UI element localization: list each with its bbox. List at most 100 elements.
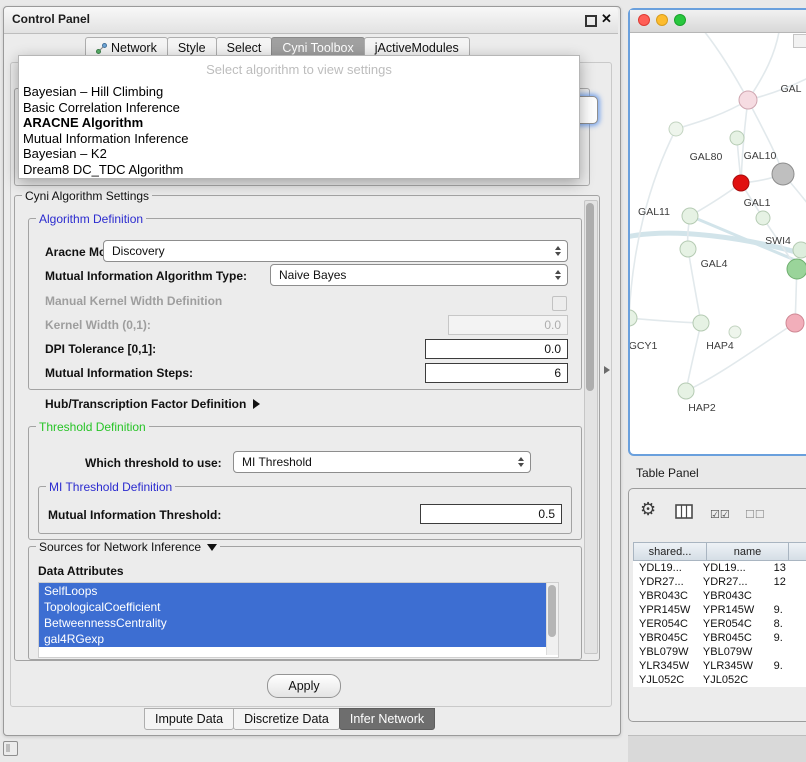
table-row[interactable]: YBR043CYBR043C [633, 589, 806, 603]
algorithm-option[interactable]: Mutual Information Inference [19, 131, 579, 147]
tab-discretize-data[interactable]: Discretize Data [233, 708, 340, 730]
column-header[interactable]: name [707, 542, 789, 561]
network-edge [748, 100, 783, 174]
table-cell: YDL19... [633, 561, 697, 575]
dpi-tolerance-field[interactable]: 0.0 [425, 339, 568, 359]
mi-type-label: Mutual Information Algorithm Type: [45, 269, 247, 283]
network-node[interactable] [729, 326, 741, 338]
kernel-width-field[interactable]: 0.0 [448, 315, 568, 335]
control-panel-titlebar[interactable] [4, 7, 618, 34]
network-node[interactable] [682, 208, 698, 224]
algorithm-option[interactable]: Bayesian – K2 [19, 146, 579, 162]
panel-restore-icon-detail [6, 744, 10, 752]
mi-steps-label: Mutual Information Steps: [45, 366, 193, 380]
table-cell: YBL079W [697, 645, 768, 659]
network-node[interactable] [730, 131, 744, 145]
attribute-item[interactable]: SelfLoops [39, 583, 547, 599]
control-panel-title: Control Panel [12, 12, 90, 26]
mi-type-value: Naive Bayes [279, 268, 346, 282]
network-edge [690, 183, 741, 216]
table-row[interactable]: YER054CYER054C8. [633, 617, 806, 631]
close-icon[interactable]: ✕ [601, 11, 612, 27]
table-row[interactable]: YBR045CYBR045C9. [633, 631, 806, 645]
scrollbar-thumb[interactable] [586, 203, 594, 391]
table-cell: YDR27... [633, 575, 697, 589]
mi-steps-field[interactable]: 6 [425, 363, 568, 383]
manual-kernel-label: Manual Kernel Width Definition [45, 294, 222, 308]
gear-icon[interactable]: ⚙ [640, 500, 656, 518]
node-label: GAL10 [744, 150, 777, 162]
network-node[interactable] [733, 175, 749, 191]
sources-toggle[interactable]: Sources for Network Inference [36, 540, 220, 554]
minimize-traffic-light[interactable] [656, 14, 668, 26]
network-node[interactable] [680, 241, 696, 257]
hub-definition-toggle[interactable]: Hub/Transcription Factor Definition [45, 397, 260, 411]
table-cell [768, 589, 806, 603]
table-row[interactable]: YDL19...YDL19...13 [633, 561, 806, 575]
algorithm-option[interactable]: ARACNE Algorithm [19, 115, 579, 131]
manual-kernel-checkbox[interactable] [552, 296, 567, 311]
network-edge [688, 249, 701, 323]
algorithm-option[interactable]: Dream8 DC_TDC Algorithm [19, 162, 579, 178]
float-window-icon[interactable] [585, 15, 597, 27]
table-row[interactable]: YLR345WYLR345W9. [633, 659, 806, 673]
network-node[interactable] [786, 314, 804, 332]
algorithm-option[interactable]: Basic Correlation Inference [19, 100, 579, 116]
network-canvas[interactable]: GALGAL80GAL10GAL11GAL1SWI4GAL4GCY1HAP4HA… [630, 32, 806, 450]
attribute-item[interactable]: BetweennessCentrality [39, 615, 547, 631]
table-header-row: shared...name [633, 542, 806, 561]
table-cell: YDR27... [697, 575, 768, 589]
table-row[interactable]: YBL079WYBL079W [633, 645, 806, 659]
column-header[interactable]: shared... [633, 542, 707, 561]
network-node[interactable] [669, 122, 683, 136]
table-cell: YLR345W [633, 659, 697, 673]
splitter-arrow-icon[interactable] [604, 366, 610, 374]
scrollbar-thumb[interactable] [548, 585, 556, 637]
table-cell: YDL19... [697, 561, 768, 575]
close-traffic-light[interactable] [638, 14, 650, 26]
node-label: GAL [780, 83, 801, 95]
table-cell: 12 [768, 575, 806, 589]
apply-button[interactable]: Apply [267, 674, 341, 698]
network-node[interactable] [756, 211, 770, 225]
which-threshold-select[interactable]: MI Threshold [233, 451, 531, 473]
table-cell: 13 [768, 561, 806, 575]
data-attributes-list[interactable]: SelfLoopsTopologicalCoefficientBetweenne… [38, 582, 559, 658]
table-cell: YBR043C [697, 589, 768, 603]
settings-scrollbar[interactable] [584, 200, 598, 654]
network-node[interactable] [793, 242, 806, 258]
list-scrollbar[interactable] [546, 583, 558, 655]
bottom-tab-bar: Impute DataDiscretize DataInfer Network [145, 708, 435, 730]
algorithm-option[interactable]: Bayesian – Hill Climbing [19, 84, 579, 100]
mi-threshold-field[interactable]: 0.5 [420, 504, 562, 524]
attribute-item[interactable]: gal4RGexp [39, 631, 547, 647]
network-node[interactable] [739, 91, 757, 109]
column-header[interactable] [789, 542, 806, 561]
columns-icon[interactable] [675, 504, 693, 524]
network-node[interactable] [772, 163, 794, 185]
aracne-mode-select[interactable]: Discovery [103, 240, 568, 262]
mi-type-select[interactable]: Naive Bayes [270, 264, 568, 286]
node-label: GAL11 [638, 206, 670, 218]
node-label: HAP4 [706, 340, 734, 352]
table-row[interactable]: YJL052CYJL052C [633, 673, 806, 687]
panel-restore-icon[interactable] [3, 741, 18, 756]
table-cell: YBR045C [697, 631, 768, 645]
table-cell: 8. [768, 617, 806, 631]
network-node[interactable] [630, 310, 637, 326]
attribute-item[interactable]: TopologicalCoefficient [39, 599, 547, 615]
table-cell: YLR345W [697, 659, 768, 673]
network-node[interactable] [787, 259, 806, 279]
network-node[interactable] [678, 383, 694, 399]
tab-infer-network[interactable]: Infer Network [339, 708, 435, 730]
zoom-traffic-light[interactable] [674, 14, 686, 26]
tab-impute-data[interactable]: Impute Data [144, 708, 234, 730]
deselect-all-columns-icon[interactable]: ☐☐ [745, 508, 765, 521]
combo-arrows-icon [555, 246, 561, 256]
table-row[interactable]: YDR27...YDR27...12 [633, 575, 806, 589]
algorithm-dropdown-popup: Select algorithm to view settings Bayesi… [18, 55, 580, 179]
algorithm-definition-title: Algorithm Definition [36, 212, 146, 226]
table-row[interactable]: YPR145WYPR145W9. [633, 603, 806, 617]
select-all-columns-icon[interactable]: ☑☑ [710, 508, 730, 521]
network-node[interactable] [693, 315, 709, 331]
